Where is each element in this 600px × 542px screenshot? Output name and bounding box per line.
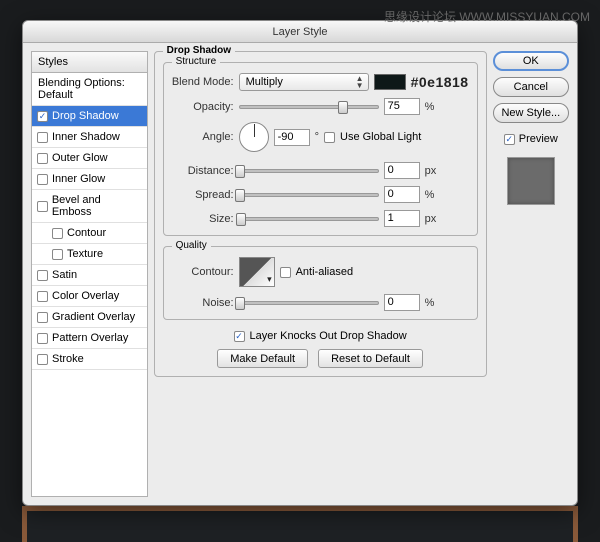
style-checkbox[interactable] [52,249,63,260]
style-item-label: Inner Shadow [52,131,120,143]
use-global-light-label: Use Global Light [340,131,421,143]
distance-slider[interactable] [239,169,379,173]
distance-unit: px [425,165,437,177]
reset-to-default-button[interactable]: Reset to Default [318,349,423,368]
preview-checkbox[interactable] [504,134,515,145]
style-item-pattern-overlay[interactable]: Pattern Overlay [32,328,147,349]
layer-style-dialog: Layer Style Styles Blending Options: Def… [22,20,578,506]
cancel-button[interactable]: Cancel [493,77,569,97]
size-label: Size: [172,213,234,225]
style-item-satin[interactable]: Satin [32,265,147,286]
spread-slider[interactable] [239,193,379,197]
style-item-texture[interactable]: Texture [32,244,147,265]
style-item-label: Blending Options: Default [38,77,142,101]
style-checkbox[interactable] [37,291,48,302]
style-item-label: Bevel and Emboss [52,194,142,218]
noise-label: Noise: [172,297,234,309]
styles-list: Styles Blending Options: Default Drop Sha… [31,51,148,497]
angle-field[interactable]: -90 [274,129,310,146]
noise-field[interactable]: 0 [384,294,420,311]
style-item-stroke[interactable]: Stroke [32,349,147,370]
preview-thumbnail [507,157,555,205]
chevron-down-icon: ▾ [267,274,272,285]
style-item-label: Satin [52,269,77,281]
blend-mode-select[interactable]: Multiply ▲▼ [239,73,369,91]
shadow-color-swatch[interactable] [374,74,406,90]
style-checkbox[interactable] [37,153,48,164]
quality-group: Quality Contour: ▾ Anti-aliased Noise: 0… [163,246,478,320]
ok-button[interactable]: OK [493,51,569,71]
layer-knocks-out-label: Layer Knocks Out Drop Shadow [250,330,407,342]
size-field[interactable]: 1 [384,210,420,227]
style-item-drop-shadow[interactable]: Drop Shadow [32,106,147,127]
style-item-label: Stroke [52,353,84,365]
background-frame [22,506,578,542]
styles-header[interactable]: Styles [32,52,147,73]
style-checkbox[interactable] [37,132,48,143]
spread-field[interactable]: 0 [384,186,420,203]
watermark-text: 思缘设计论坛 WWW.MISSYUAN.COM [384,8,590,25]
make-default-button[interactable]: Make Default [217,349,308,368]
style-item-bevel-and-emboss[interactable]: Bevel and Emboss [32,190,147,223]
opacity-unit: % [425,101,435,113]
anti-aliased-checkbox[interactable] [280,267,291,278]
distance-label: Distance: [172,165,234,177]
preview-label: Preview [519,133,558,145]
spread-label: Spread: [172,189,234,201]
noise-slider[interactable] [239,301,379,305]
style-item-label: Gradient Overlay [52,311,135,323]
new-style-button[interactable]: New Style... [493,103,569,123]
style-item-blending-options-default[interactable]: Blending Options: Default [32,73,147,106]
drop-shadow-group: Drop Shadow Structure Blend Mode: Multip… [154,51,487,377]
structure-group: Structure Blend Mode: Multiply ▲▼ #0e181… [163,62,478,236]
style-item-color-overlay[interactable]: Color Overlay [32,286,147,307]
angle-label: Angle: [172,131,234,143]
style-item-inner-glow[interactable]: Inner Glow [32,169,147,190]
style-item-label: Outer Glow [52,152,108,164]
structure-legend: Structure [172,56,221,67]
group-title: Drop Shadow [163,45,235,56]
style-checkbox[interactable] [37,333,48,344]
color-annotation: #0e1818 [411,74,469,90]
opacity-field[interactable]: 75 [384,98,420,115]
use-global-light-checkbox[interactable] [324,132,335,143]
blend-mode-value: Multiply [246,76,283,88]
noise-unit: % [425,297,435,309]
style-checkbox[interactable] [37,174,48,185]
opacity-slider[interactable] [239,105,379,109]
style-checkbox[interactable] [37,270,48,281]
style-checkbox[interactable] [37,354,48,365]
style-item-gradient-overlay[interactable]: Gradient Overlay [32,307,147,328]
size-unit: px [425,213,437,225]
anti-aliased-label: Anti-aliased [296,266,353,278]
distance-field[interactable]: 0 [384,162,420,179]
style-item-label: Pattern Overlay [52,332,128,344]
opacity-label: Opacity: [172,101,234,113]
size-slider[interactable] [239,217,379,221]
spread-unit: % [425,189,435,201]
style-item-inner-shadow[interactable]: Inner Shadow [32,127,147,148]
contour-picker[interactable]: ▾ [239,257,275,287]
angle-dial[interactable] [239,122,269,152]
style-checkbox[interactable] [37,312,48,323]
style-item-label: Color Overlay [52,290,119,302]
style-item-contour[interactable]: Contour [32,223,147,244]
style-item-label: Drop Shadow [52,110,119,122]
style-item-label: Texture [67,248,103,260]
layer-knocks-out-checkbox[interactable] [234,331,245,342]
style-checkbox[interactable] [37,201,48,212]
style-item-outer-glow[interactable]: Outer Glow [32,148,147,169]
contour-label: Contour: [172,266,234,278]
angle-unit: ° [315,131,319,143]
style-item-label: Contour [67,227,106,239]
quality-legend: Quality [172,240,211,251]
select-arrows-icon: ▲▼ [356,75,364,89]
style-checkbox[interactable] [37,111,48,122]
style-checkbox[interactable] [52,228,63,239]
blend-mode-label: Blend Mode: [172,76,234,88]
style-item-label: Inner Glow [52,173,105,185]
